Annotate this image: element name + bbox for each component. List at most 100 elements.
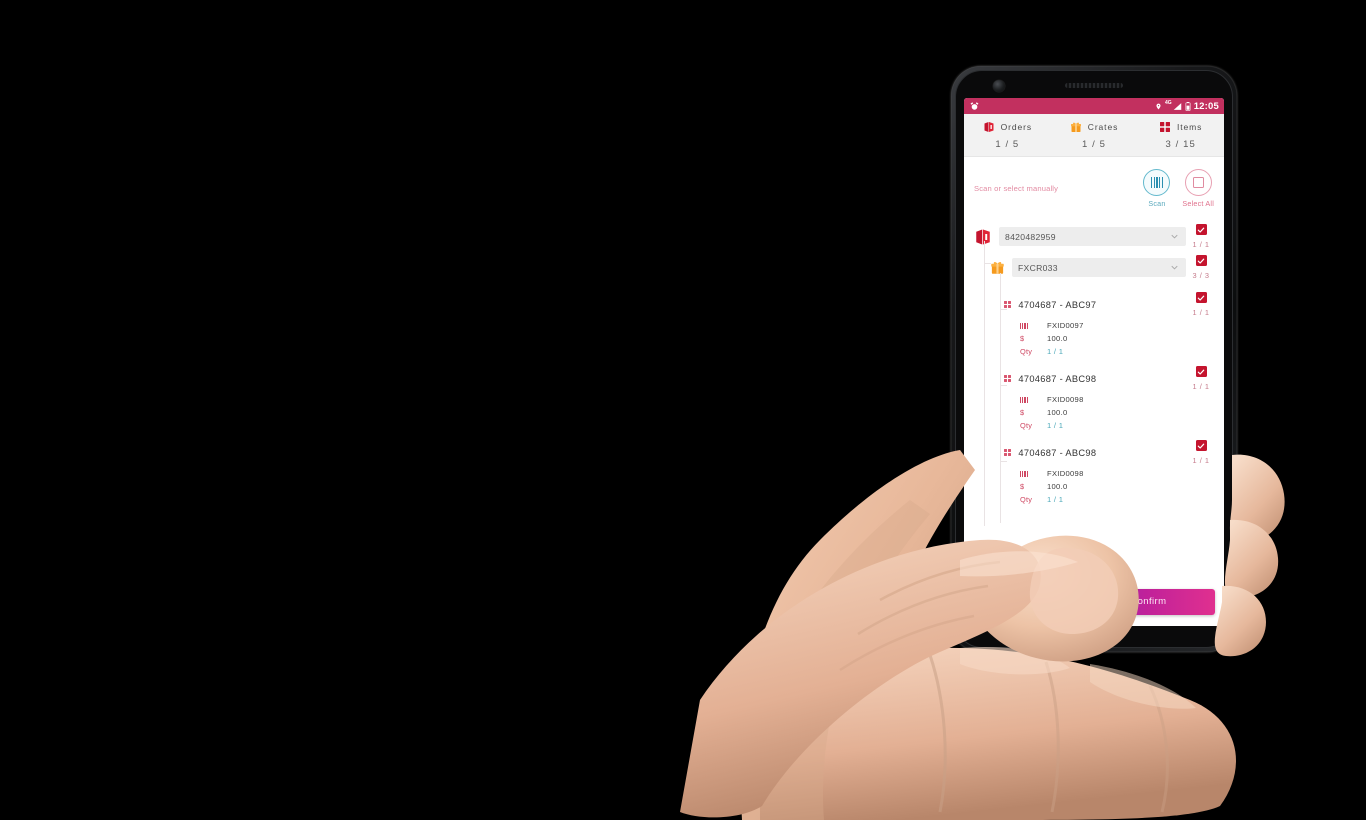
curled-fingers (760, 647, 1236, 820)
item-price-row: $ 100.0 (964, 408, 1216, 417)
item-qty-value: 1 / 1 (1047, 421, 1064, 430)
scan-button[interactable]: Scan (1143, 168, 1171, 208)
checkmark-icon (1197, 227, 1205, 233)
status-bar-right: 4G 12:05 (1155, 100, 1219, 112)
tab-items-head: Items (1159, 121, 1202, 133)
item-header: 4704687 - ABC98 1 / 1 (964, 440, 1216, 465)
tab-crates-head: Crates (1070, 121, 1118, 133)
confirm-button[interactable]: Confirm (1081, 588, 1215, 615)
order-checkbox[interactable] (1195, 224, 1207, 235)
barcode-icon (1020, 470, 1047, 477)
item-header: 4704687 - ABC97 1 / 1 (964, 292, 1216, 317)
list-item[interactable]: 4704687 - ABC98 1 / 1 FXID0098 $ 100.0 Q… (964, 437, 1224, 504)
status-bar-left (970, 101, 979, 111)
select-all-button[interactable]: Select All (1182, 168, 1214, 208)
finger-crease-3 (1148, 685, 1169, 813)
crate-row[interactable]: FXCR033 3 / 3 (964, 249, 1224, 280)
chevron-down-icon (1171, 234, 1178, 239)
action-bar: Confirm (964, 577, 1224, 626)
item-barcode-row: FXID0098 (964, 395, 1216, 404)
phone-device: 4G 12:05 Orders 1 / 5 Crates 1 / 5 Items… (951, 66, 1237, 652)
order-check-column[interactable]: 1 / 1 (1186, 224, 1216, 249)
order-select-value: 8420482959 (1005, 231, 1056, 242)
barcode-icon (1150, 176, 1164, 188)
phone-screen: 4G 12:05 Orders 1 / 5 Crates 1 / 5 Items… (964, 98, 1224, 626)
palm-shadow (742, 500, 930, 820)
tab-crates-label: Crates (1087, 122, 1119, 132)
items-grid-icon (1004, 300, 1012, 309)
item-title: 4704687 - ABC98 (1018, 373, 1097, 384)
items-grid-icon (1004, 374, 1012, 383)
item-price-label: $ (1020, 334, 1025, 343)
item-barcode-label (1020, 396, 1047, 403)
item-count: 1 / 1 (1192, 308, 1210, 317)
scan-section: Scan or select manually Scan Select All (964, 157, 1224, 219)
tab-items[interactable]: Items 3 / 15 (1137, 121, 1224, 150)
tab-crates[interactable]: Crates 1 / 5 (1051, 121, 1138, 150)
checkmark-icon (1197, 369, 1205, 375)
scene: 4G 12:05 Orders 1 / 5 Crates 1 / 5 Items… (0, 0, 1366, 820)
item-check-column[interactable]: 1 / 1 (1186, 440, 1216, 465)
location-pin-icon (1156, 103, 1161, 109)
package-box-icon (984, 122, 994, 132)
crate-check-column[interactable]: 3 / 3 (1186, 255, 1216, 280)
item-count: 1 / 1 (1192, 382, 1210, 391)
item-price-value: 100.0 (1047, 408, 1068, 417)
tab-orders-count: 1 / 5 (995, 139, 1020, 150)
network-type-label: 4G (1165, 100, 1172, 106)
crate-checkbox[interactable] (1195, 255, 1207, 266)
list-item[interactable]: 4704687 - ABC98 1 / 1 FXID0098 $ 100.0 Q… (964, 363, 1224, 430)
battery-icon (1185, 101, 1191, 111)
order-tree-list[interactable]: 8420482959 1 / 1 FXCR033 3 / 3 4704687 -… (964, 219, 1224, 548)
item-qty-label: Qty (1020, 347, 1033, 356)
barcode-icon (1020, 322, 1047, 329)
checkmark-icon (1197, 443, 1205, 449)
scan-button-ring (1143, 168, 1171, 196)
scan-hint-label: Scan or select manually (974, 183, 1059, 193)
items-grid-icon (1004, 448, 1012, 457)
item-price-label: $ (1020, 482, 1025, 491)
tab-items-label: Items (1177, 122, 1203, 132)
package-box-icon (976, 229, 990, 244)
fingertip-highlight-2 (1090, 664, 1196, 709)
square-outline-icon (1192, 176, 1204, 188)
crate-box-icon (1070, 122, 1081, 132)
item-qty-value: 1 / 1 (1047, 495, 1064, 504)
checkmark-icon (1197, 295, 1205, 301)
item-title: 4704687 - ABC97 (1018, 299, 1097, 310)
item-qty-value: 1 / 1 (1047, 347, 1064, 356)
front-camera-icon (993, 80, 1005, 92)
tab-orders[interactable]: Orders 1 / 5 (964, 121, 1051, 150)
cancel-button[interactable] (973, 588, 1074, 615)
item-barcode-value: FXID0098 (1047, 469, 1084, 478)
item-barcode-row: FXID0097 (964, 321, 1216, 330)
item-barcode-label (1020, 470, 1047, 477)
status-bar-clock: 12:05 (1193, 100, 1219, 112)
signal-bars-icon (1173, 102, 1181, 110)
summary-tab-row: Orders 1 / 5 Crates 1 / 5 Items 3 / 15 (964, 121, 1224, 150)
item-checkbox[interactable] (1195, 366, 1207, 377)
item-barcode-value: FXID0098 (1047, 395, 1084, 404)
item-price-label: $ (1020, 408, 1025, 417)
item-checkbox[interactable] (1195, 292, 1207, 303)
item-check-column[interactable]: 1 / 1 (1186, 292, 1216, 317)
tab-items-count: 3 / 15 (1165, 139, 1196, 150)
crate-select-field[interactable]: FXCR033 (1012, 258, 1186, 277)
select-all-button-label: Select All (1182, 198, 1214, 208)
item-count: 1 / 1 (1192, 456, 1210, 465)
alarm-icon (970, 101, 979, 110)
item-price-value: 100.0 (1047, 482, 1068, 491)
order-row[interactable]: 8420482959 1 / 1 (964, 219, 1224, 249)
item-check-column[interactable]: 1 / 1 (1186, 366, 1216, 391)
item-barcode-label (1020, 322, 1047, 329)
item-checkbox[interactable] (1195, 440, 1207, 451)
chevron-down-icon (1171, 265, 1178, 270)
item-qty-label: Qty (1020, 421, 1033, 430)
checkmark-icon (1197, 258, 1205, 264)
item-price-row: $ 100.0 (964, 482, 1216, 491)
item-price-value: 100.0 (1047, 334, 1068, 343)
list-item[interactable]: 4704687 - ABC97 1 / 1 FXID0097 $ 100.0 Q… (964, 289, 1224, 356)
order-select-field[interactable]: 8420482959 (999, 227, 1186, 246)
tab-crates-count: 1 / 5 (1082, 139, 1106, 150)
item-qty-row: Qty 1 / 1 (964, 421, 1216, 430)
